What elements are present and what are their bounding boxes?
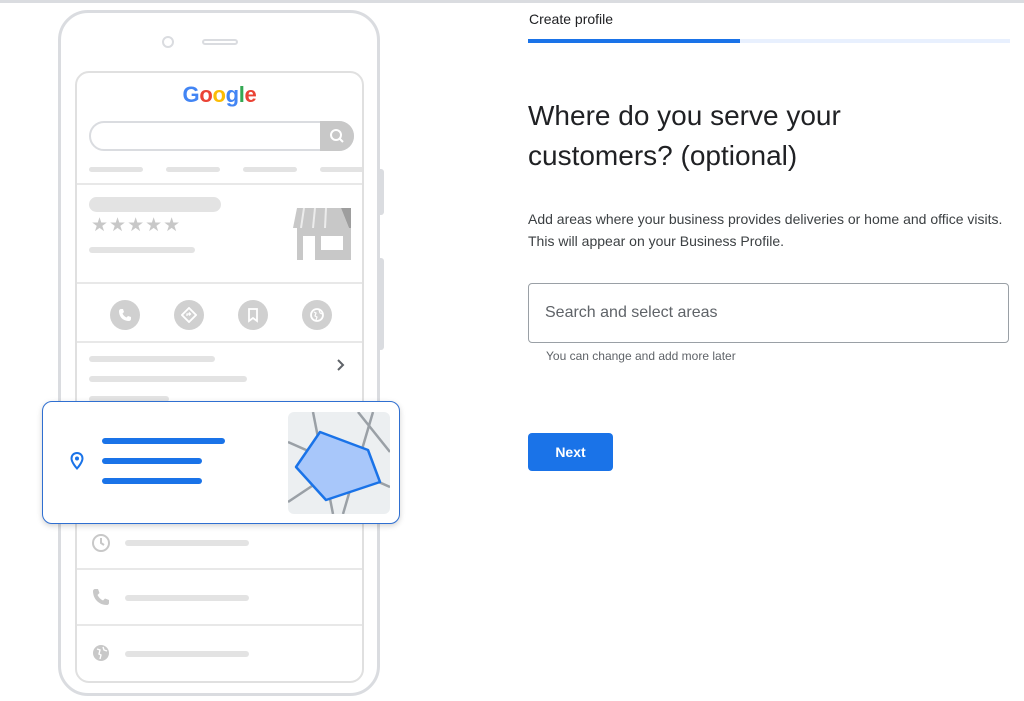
page-description: Add areas where your business provides d… [528,211,1003,249]
phone-speaker [202,39,238,45]
google-logo: Google [182,82,257,107]
phone-side-button [379,258,384,350]
clock-icon [92,534,110,552]
mock-text-line [89,376,247,382]
globe-icon [93,645,109,661]
mock-rating-stars: ★★★★★ [91,215,182,236]
phone-camera [162,36,174,48]
card-text-line [102,478,202,484]
mock-divider [77,282,362,284]
progress-bar [528,39,1010,43]
mock-search-icon [320,121,354,151]
search-helper-text: You can change and add more later [546,349,736,363]
mock-text-line [125,651,249,657]
card-text-line [102,458,202,464]
mock-tab [320,167,362,172]
directions-icon [174,300,204,330]
service-area-card [42,401,400,524]
mock-tab [243,167,297,172]
phone-icon [110,300,140,330]
chevron-right-icon [337,359,345,371]
mock-divider [77,568,362,570]
mock-divider [77,183,362,185]
location-pin-icon [70,452,84,470]
mock-tab [166,167,220,172]
globe-icon [302,300,332,330]
step-label: Create profile [529,11,614,27]
mock-tab [89,167,143,172]
mock-text-line [125,595,249,601]
mock-text-line [125,540,249,546]
mock-title-bar [89,197,221,212]
top-border [0,0,1024,3]
mock-text-line [89,356,215,362]
phone-side-button [379,169,384,215]
area-search-input[interactable] [545,284,985,342]
mock-search-bar [89,121,354,151]
storefront-icon [293,207,351,260]
area-search-field[interactable] [528,283,1009,343]
bookmark-icon [238,300,268,330]
mock-divider [77,341,362,343]
mock-text-line [89,247,195,253]
card-text-line [102,438,225,444]
mock-divider [77,624,362,626]
service-area-map [288,412,390,514]
phone-icon [93,589,109,605]
phone-illustration: Google ★★★★★ [58,10,384,696]
page-title: Where do you serve your customers? (opti… [528,100,841,171]
next-button[interactable]: Next [528,433,613,471]
progress-bar-fill [528,39,741,43]
phone-screen: Google ★★★★★ [75,71,364,683]
